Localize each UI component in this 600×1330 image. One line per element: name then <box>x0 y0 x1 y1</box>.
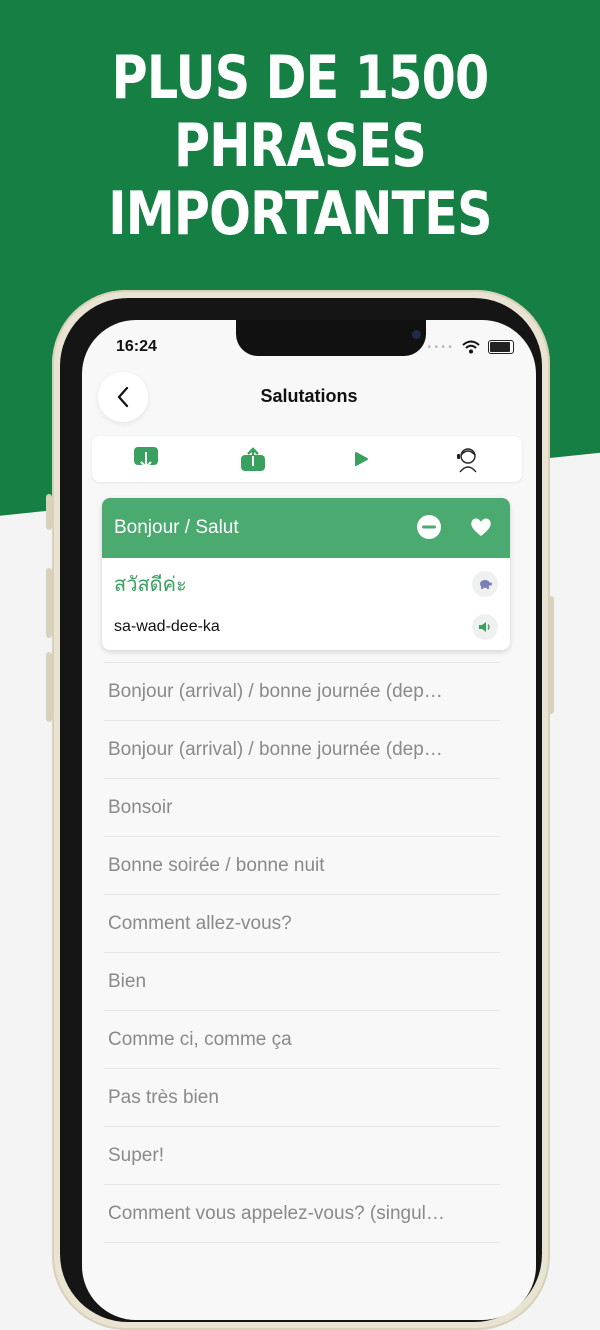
list-item[interactable]: Bonne soirée / bonne nuit <box>104 836 500 894</box>
toolbar <box>92 436 522 482</box>
list-item[interactable]: Comme ci, comme ça <box>104 1010 500 1068</box>
headline: PLUS DE 1500 PHRASES IMPORTANTES <box>54 44 546 248</box>
list-item[interactable]: Bonsoir <box>104 778 500 836</box>
list-item[interactable]: Bonjour (arrival) / bonne journée (dep… <box>104 662 500 720</box>
phrase-list: Bonjour (arrival) / bonne journée (dep… … <box>104 662 500 1273</box>
notch <box>236 320 426 356</box>
page-title: Salutations <box>260 386 358 406</box>
list-item[interactable]: Comment vous appelez-vous? (singul… <box>104 1184 500 1242</box>
headline-line-2: PHRASES <box>174 111 427 181</box>
selected-phrase-card[interactable]: Bonjour / Salut สวัสดีค่ะ sa-wad-dee-ka <box>102 498 510 650</box>
phone-frame: 16:24 •••• Salutations Bonjour / Salut ส… <box>52 290 550 1330</box>
app-screen: 16:24 •••• Salutations Bonjour / Salut ส… <box>82 320 536 1320</box>
slow-audio-button[interactable] <box>472 571 498 597</box>
phrase-actions <box>416 514 494 540</box>
battery-icon <box>488 340 514 354</box>
list-item[interactable]: Bonjour (arrival) / bonne journée (dep… <box>104 720 500 778</box>
audio-button[interactable] <box>472 614 498 640</box>
list-divider <box>104 1242 500 1273</box>
wifi-icon <box>462 340 480 354</box>
share-icon[interactable] <box>239 445 267 473</box>
heart-icon[interactable] <box>468 514 494 540</box>
status-time: 16:24 <box>116 338 157 355</box>
thai-translation-row: สวัสดีค่ะ <box>114 568 498 600</box>
list-item[interactable]: Super! <box>104 1126 500 1184</box>
romanization-row: sa-wad-dee-ka <box>114 614 498 640</box>
list-item[interactable]: Bien <box>104 952 500 1010</box>
status-icons: •••• <box>426 340 514 354</box>
camera-icon <box>412 330 421 339</box>
signal-icon: •••• <box>426 341 454 353</box>
tutor-icon[interactable] <box>454 445 482 473</box>
remove-icon[interactable] <box>416 514 442 540</box>
thai-translation: สวัสดีค่ะ <box>114 572 187 596</box>
turtle-icon <box>480 580 492 589</box>
play-icon[interactable] <box>347 445 375 473</box>
download-icon[interactable] <box>132 445 160 473</box>
headline-line-3: IMPORTANTES <box>108 179 492 249</box>
list-item[interactable]: Pas très bien <box>104 1068 500 1126</box>
headline-line-1: PLUS DE 1500 <box>111 43 490 113</box>
selected-phrase-text: Bonjour / Salut <box>114 517 239 538</box>
list-item[interactable]: Comment allez-vous? <box>104 894 500 952</box>
selected-phrase-header: Bonjour / Salut <box>102 498 510 558</box>
phone-bezel: 16:24 •••• Salutations Bonjour / Salut ส… <box>60 298 542 1322</box>
speaker-icon <box>479 622 490 632</box>
romanization-text: sa-wad-dee-ka <box>114 618 220 635</box>
